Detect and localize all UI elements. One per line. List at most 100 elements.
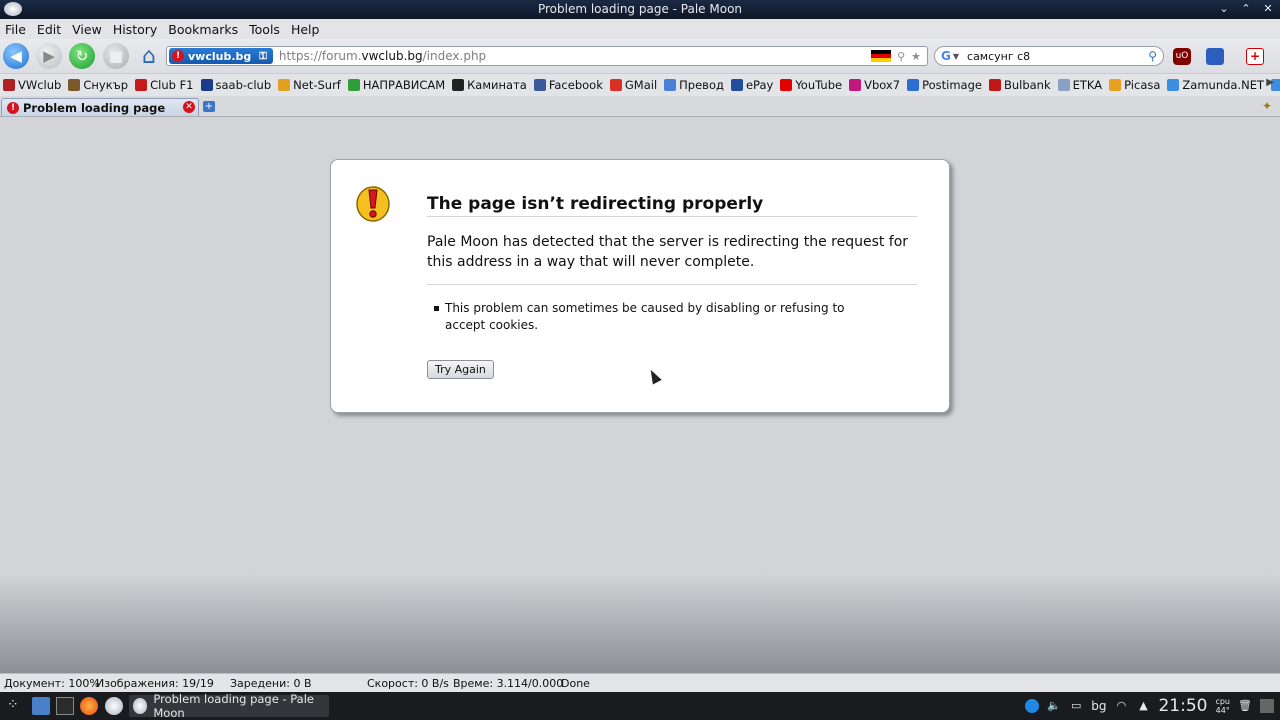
home-button[interactable]: ⌂	[136, 43, 162, 69]
error-panel: The page isn’t redirecting properly Pale…	[330, 159, 950, 413]
bookmark-item[interactable]: Zamunda.NET	[1167, 78, 1264, 92]
search-icon[interactable]: ⚲	[1148, 49, 1157, 63]
taskbar-task-pale-moon[interactable]: Problem loading page - Pale Moon	[129, 692, 329, 720]
url-prefix: https://forum.	[278, 49, 362, 63]
bookmark-label: Снукър	[83, 78, 129, 92]
bookmark-label: Zamunda.NET	[1182, 78, 1265, 92]
bookmark-item[interactable]: Picasa	[1109, 78, 1160, 92]
bookmark-item[interactable]: Net-Surf	[278, 78, 341, 92]
home-icon: ⌂	[142, 43, 156, 69]
close-window-button[interactable]: ✕	[1262, 2, 1274, 15]
chevron-down-icon[interactable]: ▼	[953, 52, 959, 61]
trash-icon[interactable]: 🗑	[1238, 699, 1252, 713]
arrow-right-icon: ▶	[43, 47, 55, 65]
bookmark-item[interactable]: VWclub	[3, 78, 61, 92]
german-flag-icon[interactable]	[871, 50, 892, 62]
system-tray: 🔈 ▭ bg ◠ ▲ 21:50 cpu 44° 🗑	[1025, 692, 1274, 720]
file-manager-icon[interactable]	[32, 697, 50, 715]
volume-icon[interactable]: 🔈	[1047, 699, 1061, 713]
menu-bookmarks[interactable]: Bookmarks	[168, 22, 238, 37]
bookmark-item[interactable]: Vbox7	[849, 78, 900, 92]
ublock-icon[interactable]: uO	[1173, 48, 1191, 65]
terminal-icon[interactable]	[56, 697, 74, 715]
bookmark-item[interactable]: YouTube	[780, 78, 842, 92]
bookmark-label: VWclub	[18, 78, 62, 92]
pin-icon[interactable]: ✦	[1262, 99, 1272, 113]
try-again-button[interactable]: Try Again	[427, 360, 494, 379]
status-bar: Документ: 100% Изображения: 19/19 Зареде…	[0, 673, 1280, 692]
bookmark-favicon-icon	[780, 79, 793, 91]
app-menu-icon[interactable]: ⁘	[7, 697, 23, 715]
maximize-button[interactable]: ⌃	[1240, 2, 1252, 15]
cpu-temperature: cpu 44°	[1215, 697, 1230, 715]
messenger-icon[interactable]	[1025, 699, 1040, 713]
menu-view[interactable]: View	[72, 22, 102, 37]
keyboard-layout[interactable]: bg	[1091, 699, 1106, 713]
bookmark-favicon-icon	[452, 79, 465, 91]
status-time: Време: 3.114/0.000	[453, 676, 564, 690]
bookmark-item[interactable]: ETKA	[1057, 78, 1102, 92]
bookmark-item[interactable]: Снукър	[68, 78, 128, 92]
save-icon[interactable]	[1206, 48, 1224, 65]
error-title: The page isn’t redirecting properly	[427, 194, 917, 217]
clock[interactable]: 21:50	[1158, 696, 1207, 716]
menu-help[interactable]: Help	[291, 22, 320, 37]
bookmark-favicon-icon	[200, 79, 213, 91]
status-images: Изображения: 19/19	[96, 676, 214, 690]
chevron-right-icon[interactable]: ▶	[1266, 77, 1274, 88]
bookmark-item[interactable]: Facebook	[533, 78, 603, 92]
bookmark-item[interactable]: GMail	[609, 78, 658, 92]
arrow-left-icon: ◀	[10, 47, 22, 65]
minimize-button[interactable]: ⌄	[1218, 2, 1230, 15]
bookmark-item[interactable]: Bulbank	[988, 78, 1051, 92]
bookmark-label: Club F1	[150, 78, 194, 92]
pale-moon-launcher-icon[interactable]	[105, 697, 123, 715]
search-input[interactable]: самсунг с8	[967, 50, 1148, 63]
reload-button[interactable]: ↻	[69, 43, 95, 69]
menu-file[interactable]: File	[5, 22, 26, 37]
bookmark-label: НАПРАВИСАМ	[362, 78, 446, 92]
back-button[interactable]: ◀	[3, 43, 29, 69]
menu-edit[interactable]: Edit	[37, 22, 61, 37]
error-description: Pale Moon has detected that the server i…	[427, 232, 917, 285]
firefox-icon[interactable]	[80, 697, 98, 715]
bookmark-item[interactable]: Камината	[452, 78, 527, 92]
close-tab-icon[interactable]: ✕	[183, 101, 195, 113]
stop-button[interactable]: ■	[103, 43, 129, 69]
tab-bar: ! Problem loading page ✕ + ✦	[0, 96, 1280, 117]
location-pin-icon[interactable]: ⚲	[897, 50, 905, 63]
site-identity-button[interactable]: ! vwclub.bg ⚿	[169, 48, 273, 64]
bookmark-favicon-icon	[609, 79, 622, 91]
bookmark-label: saab-club	[215, 78, 272, 92]
bookmark-label: Bulbank	[1003, 78, 1051, 92]
bookmark-item[interactable]: НАПРАВИСАМ	[347, 78, 446, 92]
bookmark-item[interactable]: Postimage	[907, 78, 982, 92]
tray-expand-icon[interactable]: ▲	[1136, 699, 1150, 713]
bookmark-favicon-icon	[278, 79, 291, 91]
google-icon[interactable]: G	[941, 49, 951, 63]
bookmark-item[interactable]: Club F1	[135, 78, 194, 92]
bookmark-star-icon[interactable]: ★	[911, 50, 921, 63]
url-input[interactable]: https://forum.vwclub.bg/index.php	[279, 49, 871, 63]
wifi-icon[interactable]: ◠	[1114, 699, 1128, 713]
add-extension-icon[interactable]: +	[1246, 48, 1264, 65]
forward-button[interactable]: ▶	[36, 43, 62, 69]
status-document: Документ: 100%	[4, 676, 100, 690]
url-bar[interactable]: ! vwclub.bg ⚿ https://forum.vwclub.bg/in…	[166, 46, 928, 66]
menu-tools[interactable]: Tools	[249, 22, 280, 37]
search-bar[interactable]: G ▼ самсунг с8 ⚲	[934, 46, 1164, 66]
page-content: The page isn’t redirecting properly Pale…	[0, 117, 1280, 673]
bookmark-item[interactable]: saab-club	[200, 78, 272, 92]
taskbar: ⁘ Problem loading page - Pale Moon 🔈 ▭ b…	[0, 692, 1280, 720]
tab-problem-loading-page[interactable]: ! Problem loading page ✕	[1, 98, 199, 116]
new-tab-icon[interactable]: +	[203, 101, 215, 112]
bookmark-item[interactable]: ePay	[730, 78, 773, 92]
battery-icon[interactable]: ▭	[1069, 699, 1083, 713]
menu-history[interactable]: History	[113, 22, 157, 37]
bookmark-label: Facebook	[548, 78, 603, 92]
cpu-temp: 44°	[1215, 706, 1230, 715]
bookmark-label: GMail	[624, 78, 658, 92]
bookmark-item[interactable]: Превод	[664, 78, 724, 92]
show-desktop-icon[interactable]	[1260, 699, 1274, 713]
bookmark-label: Picasa	[1124, 78, 1161, 92]
